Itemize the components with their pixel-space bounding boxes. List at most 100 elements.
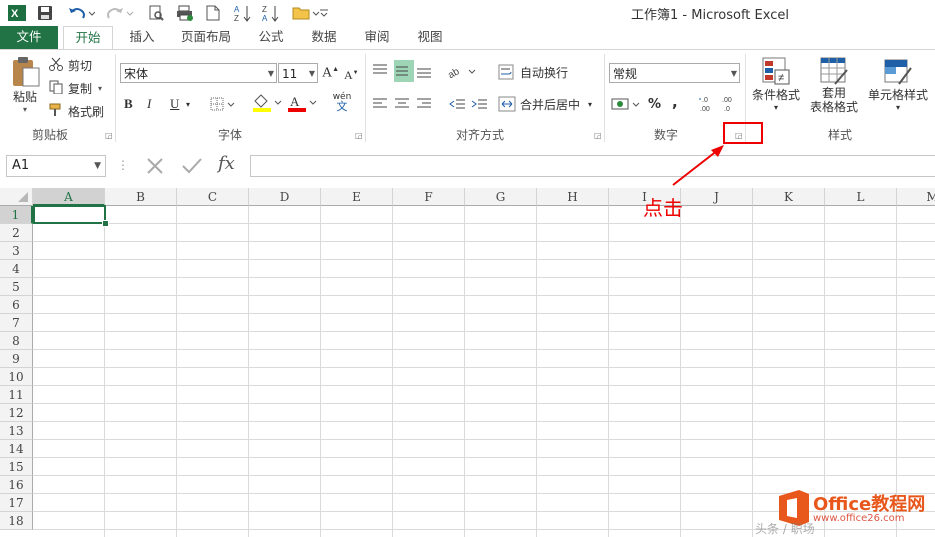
borders-button[interactable] (210, 95, 238, 113)
select-all-corner[interactable] (0, 188, 33, 206)
merge-center-button[interactable]: 合并后居中 ▾ (498, 94, 592, 114)
cancel-entry-icon[interactable] (145, 156, 165, 176)
paste-button[interactable]: 粘贴 ▾ (6, 56, 44, 122)
column-gridline (608, 206, 609, 537)
underline-dropdown-icon[interactable]: ▾ (186, 95, 194, 113)
row-header-3[interactable]: 3 (0, 242, 33, 260)
row-header-16[interactable]: 16 (0, 476, 33, 494)
column-header-j[interactable]: J (681, 188, 753, 206)
tab-page-layout[interactable]: 页面布局 (175, 26, 237, 50)
tab-view[interactable]: 视图 (411, 26, 449, 50)
column-header-d[interactable]: D (249, 188, 321, 206)
accounting-format-button[interactable] (611, 94, 641, 114)
row-header-4[interactable]: 4 (0, 260, 33, 278)
tab-file[interactable]: 文件 (0, 26, 58, 50)
align-right-button[interactable] (416, 94, 436, 114)
cut-button[interactable]: 剪切 (48, 56, 92, 74)
font-size-combo[interactable]: 11 ▼ (278, 63, 318, 83)
insert-function-button[interactable]: fx (218, 153, 235, 174)
column-header-f[interactable]: F (393, 188, 465, 206)
selected-cell[interactable] (33, 205, 106, 224)
row-header-5[interactable]: 5 (0, 278, 33, 296)
align-middle-button[interactable] (394, 60, 414, 82)
row-header-9[interactable]: 9 (0, 350, 33, 368)
row-header-15[interactable]: 15 (0, 458, 33, 476)
name-box[interactable]: A1 ▼ (6, 155, 106, 177)
tab-home[interactable]: 开始 (63, 26, 113, 51)
fill-color-button[interactable] (252, 93, 284, 113)
wrap-text-button[interactable]: 自动换行 (498, 62, 568, 82)
sort-ascending-icon[interactable]: AZ (234, 4, 252, 22)
cell-styles-button[interactable]: 单元格样式 ▾ (864, 56, 932, 122)
redo-icon[interactable] (106, 4, 136, 22)
format-as-table-button[interactable]: 套用 表格格式 (806, 56, 862, 124)
new-document-icon[interactable] (205, 4, 221, 22)
formula-input[interactable] (250, 155, 935, 177)
percent-style-button[interactable]: % (648, 94, 664, 114)
font-color-button[interactable]: A (287, 93, 319, 113)
print-preview-icon[interactable] (147, 4, 165, 22)
font-name-combo[interactable]: 宋体 ▼ (120, 63, 277, 83)
phonetic-guide-button[interactable]: wén 文 (330, 92, 354, 116)
increase-decimal-button[interactable]: .0.00 (698, 94, 718, 114)
align-bottom-button[interactable] (416, 60, 436, 82)
row-header-8[interactable]: 8 (0, 332, 33, 350)
row-header-12[interactable]: 12 (0, 404, 33, 422)
orientation-button[interactable]: ab (448, 60, 478, 82)
decrease-indent-button[interactable] (448, 94, 468, 114)
save-icon[interactable] (36, 4, 54, 22)
italic-button[interactable]: I (147, 95, 161, 113)
column-header-m[interactable]: M (897, 188, 935, 206)
underline-button[interactable]: U (170, 95, 184, 113)
fill-handle[interactable] (102, 220, 109, 227)
row-header-10[interactable]: 10 (0, 368, 33, 386)
comma-style-button[interactable]: , (672, 92, 684, 112)
copy-dropdown-icon[interactable]: ▾ (98, 84, 102, 93)
align-left-button[interactable] (372, 94, 392, 114)
tab-review[interactable]: 审阅 (358, 26, 396, 50)
column-header-e[interactable]: E (321, 188, 393, 206)
clipboard-launcher-icon[interactable]: ◲ (105, 132, 113, 140)
svg-text:A: A (234, 5, 240, 14)
row-header-14[interactable]: 14 (0, 440, 33, 458)
row-header-18[interactable]: 18 (0, 512, 33, 530)
decrease-decimal-button[interactable]: .00.0 (720, 94, 740, 114)
align-top-button[interactable] (372, 60, 392, 82)
copy-button[interactable]: 复制 ▾ (48, 79, 102, 97)
format-as-table-icon (820, 57, 848, 85)
column-header-g[interactable]: G (465, 188, 537, 206)
column-header-a[interactable]: A (33, 188, 105, 206)
row-header-11[interactable]: 11 (0, 386, 33, 404)
column-header-k[interactable]: K (753, 188, 825, 206)
row-header-1[interactable]: 1 (0, 206, 33, 224)
quick-print-icon[interactable] (176, 4, 194, 22)
row-header-6[interactable]: 6 (0, 296, 33, 314)
open-folder-icon[interactable] (291, 4, 321, 22)
alignment-launcher-icon[interactable]: ◲ (594, 132, 602, 140)
undo-icon[interactable] (66, 4, 96, 22)
bold-button[interactable]: B (124, 95, 138, 113)
increase-indent-button[interactable] (470, 94, 490, 114)
tab-formulas[interactable]: 公式 (252, 26, 290, 50)
confirm-entry-icon[interactable] (181, 156, 202, 176)
column-header-l[interactable]: L (825, 188, 897, 206)
customize-toolbar-icon[interactable] (318, 4, 330, 22)
tab-insert[interactable]: 插入 (122, 26, 162, 50)
merge-dropdown-icon[interactable]: ▾ (588, 100, 592, 109)
row-header-13[interactable]: 13 (0, 422, 33, 440)
shrink-font-button[interactable]: A▼ (344, 65, 362, 85)
grow-font-button[interactable]: A▲ (322, 63, 340, 83)
tab-data[interactable]: 数据 (305, 26, 343, 50)
font-launcher-icon[interactable]: ◲ (355, 132, 363, 140)
row-header-2[interactable]: 2 (0, 224, 33, 242)
sort-descending-icon[interactable]: ZA (262, 4, 280, 22)
number-format-combo[interactable]: 常规 ▼ (609, 63, 740, 83)
column-header-b[interactable]: B (105, 188, 177, 206)
conditional-formatting-button[interactable]: ≠ 条件格式 ▾ (748, 56, 804, 122)
format-painter-button[interactable]: 格式刷 (48, 102, 104, 120)
column-header-h[interactable]: H (537, 188, 609, 206)
align-center-button[interactable] (394, 94, 414, 114)
column-header-c[interactable]: C (177, 188, 249, 206)
row-header-7[interactable]: 7 (0, 314, 33, 332)
row-header-17[interactable]: 17 (0, 494, 33, 512)
